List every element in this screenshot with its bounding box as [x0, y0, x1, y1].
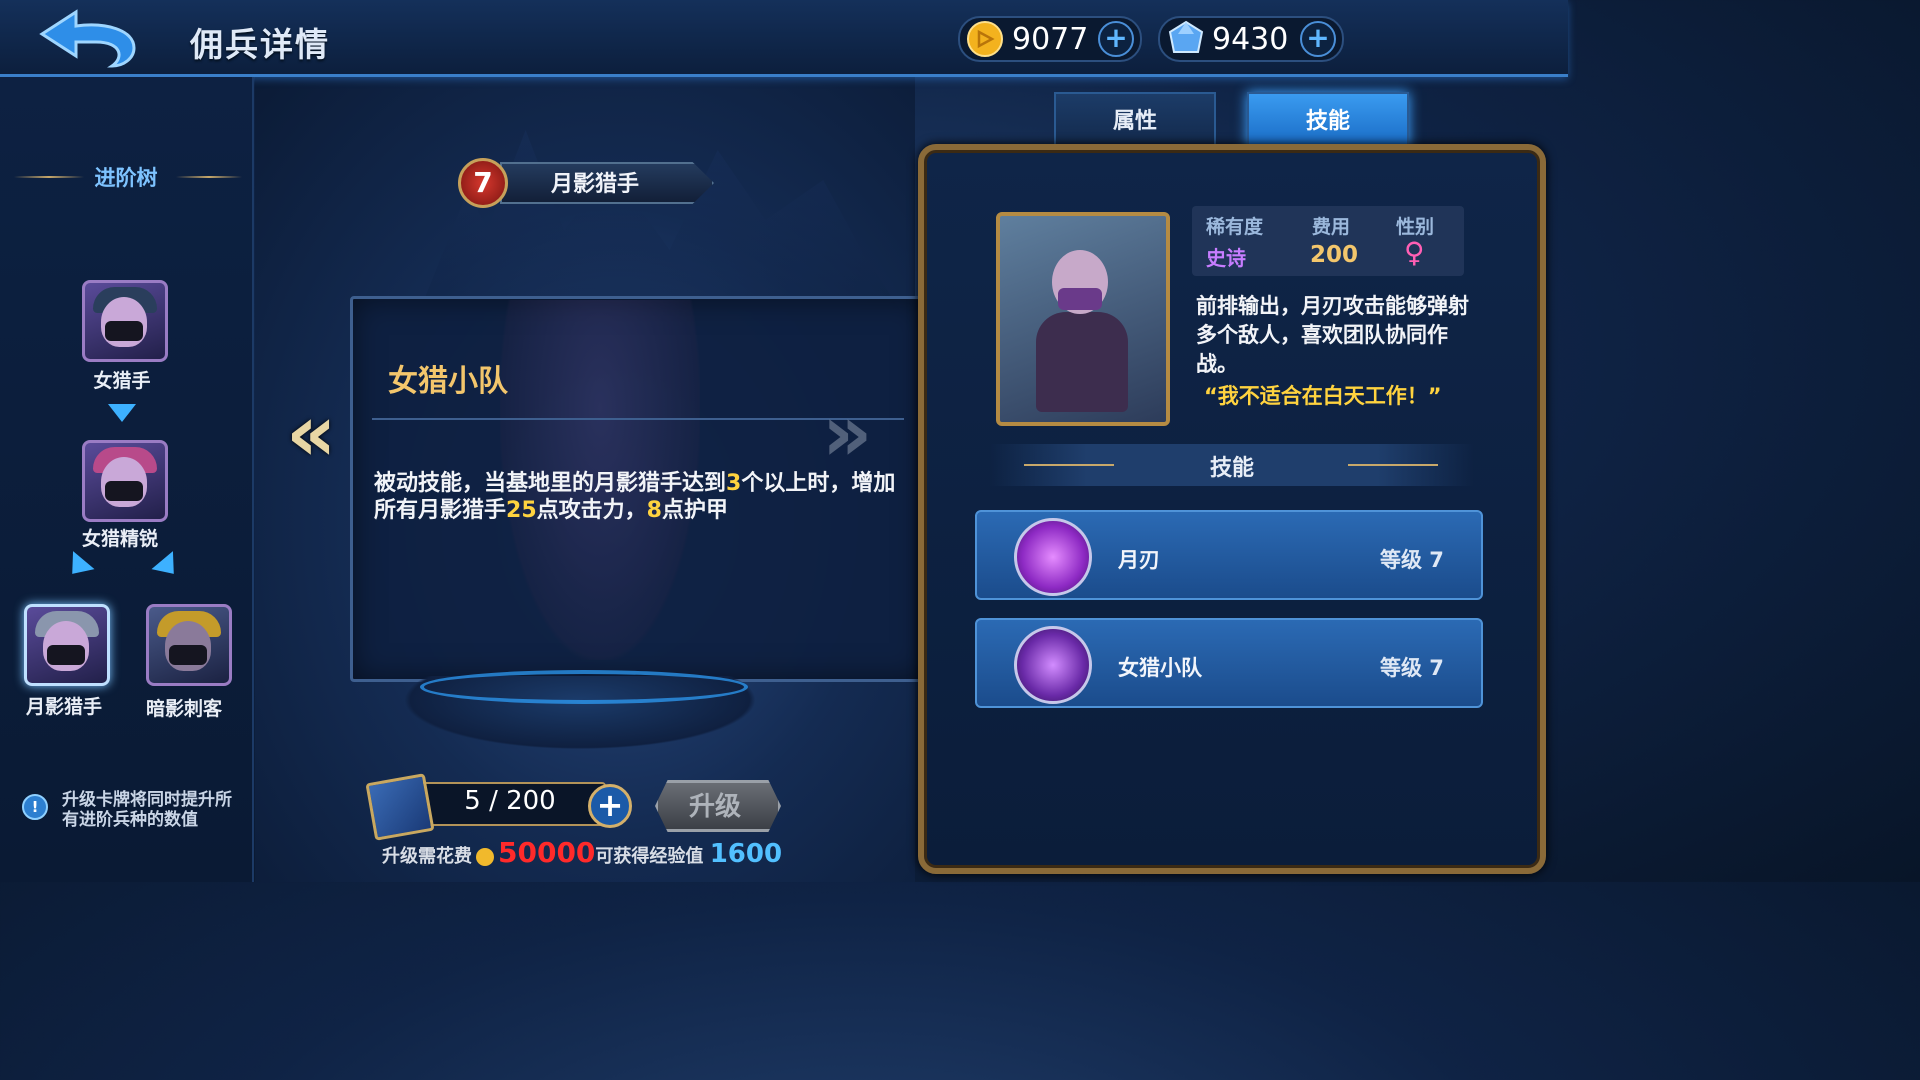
tab-skills[interactable]: 技能	[1247, 92, 1409, 150]
cost-value: 200	[1310, 242, 1359, 268]
info-icon: !	[22, 794, 48, 820]
rarity-label: 稀有度	[1206, 216, 1264, 238]
gender-label: 性别	[1396, 216, 1435, 238]
hero-name: 月影猎手	[550, 172, 639, 197]
gem-amount: 9430	[1212, 22, 1289, 57]
hero-quote: “我不适合在白天工作！”	[1204, 384, 1442, 408]
skill-level: 等级 7	[1380, 548, 1444, 572]
add-gold-button[interactable]: +	[1098, 21, 1134, 57]
add-cards-button[interactable]: +	[588, 784, 632, 828]
evolution-tree-title: 进阶树	[94, 166, 158, 190]
unit-name: 女猎精锐	[81, 528, 158, 550]
upgrade-button-label: 升级	[688, 792, 741, 822]
hero-portrait	[996, 212, 1170, 426]
skill-detail-title: 女猎小队	[388, 364, 508, 399]
unit-portrait-moon-hunter[interactable]	[24, 604, 110, 686]
xp-label: 可获得经验值	[595, 846, 704, 867]
upgrade-cost-row: 升级需花费 50000可获得经验值 1600	[382, 836, 782, 869]
skill-name: 女猎小队	[1118, 656, 1202, 680]
hero-level-badge: 7	[458, 158, 508, 208]
cost-label: 升级需花费	[382, 846, 472, 867]
card-count: 5 / 200	[464, 786, 556, 816]
gold-coin-icon	[476, 848, 494, 866]
gem-counter: 9430 +	[1158, 16, 1344, 62]
page-title: 佣兵详情	[190, 25, 330, 64]
female-icon: ♀	[1404, 236, 1425, 269]
unit-portrait-huntress[interactable]	[82, 280, 168, 362]
tab-attributes[interactable]: 属性	[1054, 92, 1216, 150]
upgrade-tip: 升级卡牌将同时提升所有进阶兵种的数值	[62, 790, 232, 830]
cost-label: 费用	[1312, 216, 1351, 238]
gold-amount: 9077	[1012, 22, 1089, 57]
back-button[interactable]	[36, 8, 140, 68]
skills-heading: 技能	[1209, 456, 1254, 481]
huntress-squad-icon	[1014, 626, 1092, 704]
gold-counter: 9077 +	[958, 16, 1142, 62]
platform-ring	[420, 670, 748, 704]
arrow-down-icon	[108, 404, 136, 422]
add-gem-button[interactable]: +	[1300, 21, 1336, 57]
next-arrow-icon[interactable]: »	[822, 395, 872, 473]
unit-portrait-shadow-assassin[interactable]	[146, 604, 232, 686]
unit-portrait-huntress-elite[interactable]	[82, 440, 168, 522]
skill-name: 月刃	[1118, 548, 1160, 572]
rarity-value: 史诗	[1206, 246, 1246, 270]
xp-value: 1600	[709, 839, 783, 869]
moon-blade-icon	[1014, 518, 1092, 596]
cost-value: 50000	[498, 836, 596, 869]
gem-icon	[1168, 20, 1204, 53]
back-arrow-icon	[39, 9, 136, 68]
skill-level: 等级 7	[1380, 656, 1444, 680]
unit-name: 女猎手	[93, 370, 151, 392]
hero-description: 前排输出，月刃攻击能够弹射多个敌人，喜欢团队协同作战。	[1196, 294, 1469, 376]
gold-coin-icon	[967, 21, 1003, 57]
unit-name: 暗影刺客	[145, 698, 222, 720]
previous-arrow-icon[interactable]: «	[286, 395, 336, 473]
unit-name: 月影猎手	[25, 696, 102, 718]
